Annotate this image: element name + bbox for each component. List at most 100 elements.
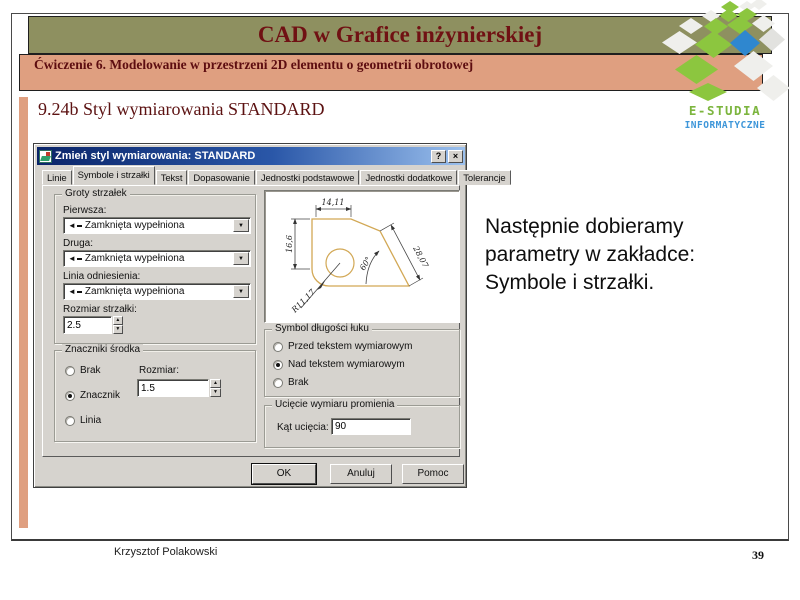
filled-arrowhead-icon: ◄ (68, 255, 76, 263)
filled-arrowhead-icon: ◄ (68, 222, 76, 230)
e-studia-logo: E-STUDIA INFORMATYCZNE (658, 0, 792, 150)
logo-tile (695, 31, 732, 58)
radio-label: Brak (80, 365, 101, 376)
second-arrowhead-select[interactable]: ◄ Zamknięta wypełniona ▼ (63, 250, 251, 267)
tab-tolerancje[interactable]: Tolerancje (458, 170, 510, 185)
logo-tile (751, 0, 767, 10)
dropdown-arrow-icon[interactable]: ▼ (233, 252, 249, 265)
group-arc-symbol-title: Symbol długości łuku (272, 323, 372, 334)
radio-icon (65, 366, 75, 376)
center-mark-size-input[interactable] (137, 379, 209, 397)
left-accent-bar (19, 97, 28, 528)
dropdown-arrow-icon[interactable]: ▼ (233, 219, 249, 232)
arrowhead-tail-icon (77, 291, 82, 293)
logo-tile (730, 30, 760, 56)
leader-arrowhead-label: Linia odniesienia: (63, 271, 140, 282)
logo-tile (757, 75, 790, 101)
arrowhead-tail-icon (77, 258, 82, 260)
dim-diag-value: 28,07 (411, 244, 431, 270)
pomoc-button[interactable]: Pomoc (402, 464, 464, 484)
radio-arc-nad[interactable]: Nad tekstem wymiarowym (273, 359, 405, 370)
group-center-marks: Znaczniki środka Brak Znacznik Linia Roz… (54, 350, 256, 442)
radio-center-znacznik[interactable]: Znacznik (65, 390, 120, 401)
group-radius-jog-title: Ucięcie wymiaru promienia (272, 399, 397, 410)
arrowhead-tail-icon (77, 225, 82, 227)
slide: CAD w Grafice inżynierskiej Ćwiczenie 6.… (0, 0, 800, 600)
footer-author: Krzysztof Polakowski (114, 546, 217, 558)
logo-text-line2: INFORMATYCZNE (658, 120, 792, 131)
dialog-titlebar[interactable]: Zmień styl wymiarowania: STANDARD ? × (37, 147, 465, 165)
close-button[interactable]: × (448, 150, 463, 163)
logo-tile (662, 31, 697, 54)
tab-strip: Linie Symbole i strzałki Tekst Dopasowan… (42, 168, 512, 185)
center-mark-size-label: Rozmiar: (139, 365, 179, 376)
radio-icon (65, 416, 75, 426)
first-arrowhead-select[interactable]: ◄ Zamknięta wypełniona ▼ (63, 217, 251, 234)
logo-tile (734, 51, 773, 81)
first-arrowhead-value: Zamknięta wypełniona (85, 220, 233, 231)
note-text: Następnie dobieramy parametry w zakładce… (485, 213, 773, 297)
logo-tile (675, 55, 718, 84)
slide-subtitle: Ćwiczenie 6. Modelowanie w przestrzeni 2… (20, 55, 762, 73)
radio-label: Przed tekstem wymiarowym (288, 341, 412, 352)
tab-jednostki-dodatkowe[interactable]: Jednostki dodatkowe (360, 170, 457, 185)
jog-angle-field[interactable] (331, 418, 411, 435)
radio-center-linia[interactable]: Linia (65, 415, 101, 426)
radio-arc-przed[interactable]: Przed tekstem wymiarowym (273, 341, 412, 352)
group-radius-jog: Ucięcie wymiaru promienia Kąt ucięcia: (264, 405, 460, 448)
radio-center-brak[interactable]: Brak (65, 365, 101, 376)
leader-arrowhead-value: Zamknięta wypełniona (85, 286, 233, 297)
arrow-size-label: Rozmiar strzałki: (63, 304, 137, 315)
radio-label: Linia (80, 415, 101, 426)
dialog-title: Zmień styl wymiarowania: STANDARD (55, 150, 429, 162)
dim-top-value: 14,11 (322, 198, 345, 207)
help-button[interactable]: ? (431, 150, 446, 163)
tab-symbole-i-strzalki[interactable]: Symbole i strzałki (73, 166, 155, 185)
radio-icon (65, 391, 75, 401)
preview-drawing: 14,11 16,6 28,07 60° (265, 191, 459, 322)
radio-arc-brak[interactable]: Brak (273, 377, 309, 388)
page-number: 39 (752, 548, 764, 563)
radio-label: Nad tekstem wymiarowym (288, 359, 405, 370)
spin-up-icon[interactable]: ▲ (113, 316, 123, 325)
center-mark-size-stepper[interactable]: ▲▼ (137, 379, 221, 397)
group-center-marks-title: Znaczniki środka (62, 344, 143, 355)
spin-up-icon[interactable]: ▲ (210, 379, 221, 388)
leader-arrowhead-select[interactable]: ◄ Zamknięta wypełniona ▼ (63, 283, 251, 300)
second-arrowhead-label: Druga: (63, 238, 93, 249)
spin-down-icon[interactable]: ▼ (210, 388, 221, 397)
anuluj-button[interactable]: Anuluj (330, 464, 392, 484)
group-arc-length-symbol: Symbol długości łuku Przed tekstem wymia… (264, 329, 460, 397)
group-arrowheads: Groty strzałek Pierwsza: ◄ Zamknięta wyp… (54, 194, 256, 344)
jog-angle-label: Kąt ucięcia: (277, 422, 329, 433)
tab-tekst[interactable]: Tekst (156, 170, 188, 185)
spin-down-icon[interactable]: ▼ (113, 325, 123, 334)
tab-dopasowanie[interactable]: Dopasowanie (188, 170, 254, 185)
ok-button[interactable]: OK (252, 464, 316, 484)
tab-jednostki-podstawowe[interactable]: Jednostki podstawowe (256, 170, 360, 185)
arrow-size-input[interactable] (63, 316, 112, 334)
logo-tile (704, 18, 728, 35)
dimension-style-dialog: Zmień styl wymiarowania: STANDARD ? × Li… (33, 143, 467, 488)
dimension-preview: 14,11 16,6 28,07 60° (264, 190, 460, 323)
arrow-size-stepper[interactable]: ▲▼ (63, 316, 123, 334)
dropdown-arrow-icon[interactable]: ▼ (233, 285, 249, 298)
tab-panel-symbole-i-strzalki: Groty strzałek Pierwsza: ◄ Zamknięta wyp… (42, 185, 460, 457)
group-arrowheads-title: Groty strzałek (62, 188, 130, 199)
radio-label: Znacznik (80, 390, 120, 401)
jog-angle-input[interactable] (332, 419, 410, 434)
dim-radius-value: R11,17 (289, 287, 317, 315)
filled-arrowhead-icon: ◄ (68, 288, 76, 296)
logo-tile (679, 18, 703, 34)
radio-icon (273, 378, 283, 388)
tab-linie[interactable]: Linie (42, 170, 72, 185)
radio-icon (273, 360, 283, 370)
logo-text-line1: E-STUDIA (658, 103, 792, 118)
logo-tile (689, 83, 727, 101)
section-title: 9.24b Styl wymiarowania STANDARD (38, 99, 325, 120)
dim-angle-value: 60° (358, 255, 373, 272)
dim-left-value: 16,6 (285, 235, 294, 253)
radio-label: Brak (288, 377, 309, 388)
slide-subtitle-bar: Ćwiczenie 6. Modelowanie w przestrzeni 2… (19, 54, 763, 91)
second-arrowhead-value: Zamknięta wypełniona (85, 253, 233, 264)
